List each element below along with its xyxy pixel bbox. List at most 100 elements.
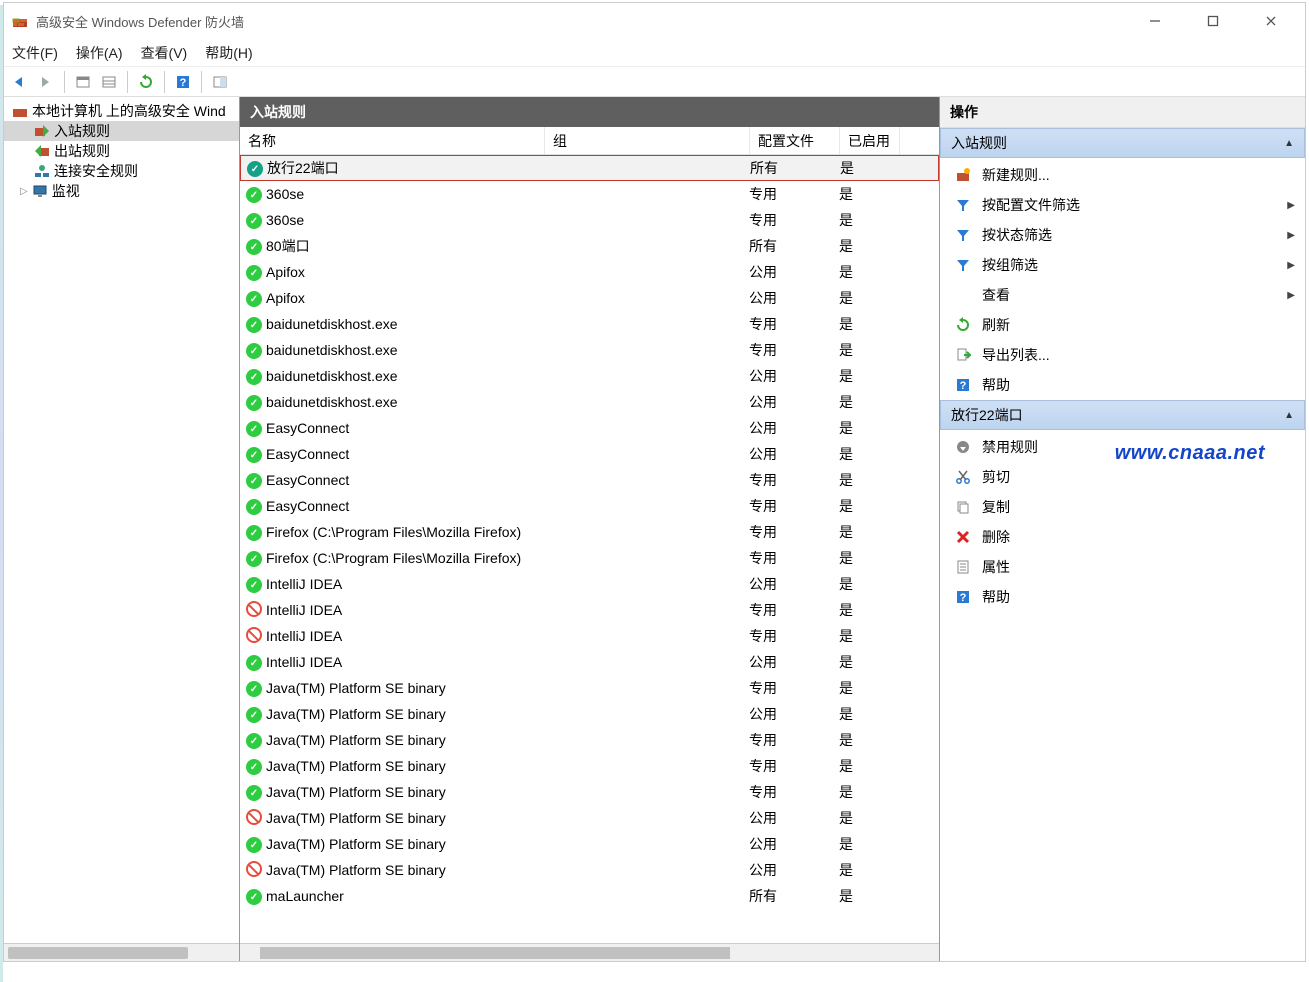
rule-row[interactable]: ✓360se专用是 xyxy=(240,207,939,233)
rule-row[interactable]: ✓Firefox (C:\Program Files\Mozilla Firef… xyxy=(240,519,939,545)
rule-enabled: 是 xyxy=(839,730,899,750)
allow-icon: ✓ xyxy=(246,785,262,801)
toolbar-btn-last[interactable] xyxy=(208,70,232,94)
rule-enabled: 是 xyxy=(839,886,899,906)
action-label: 复制 xyxy=(982,497,1010,517)
tree-h-scrollbar[interactable] xyxy=(4,943,239,961)
action-item[interactable]: 导出列表... xyxy=(940,340,1305,370)
action-item[interactable]: ?帮助 xyxy=(940,370,1305,400)
props-icon xyxy=(954,558,972,576)
menu-action[interactable]: 操作(A) xyxy=(76,43,123,63)
nav-back-button[interactable] xyxy=(8,70,32,94)
rule-profile: 专用 xyxy=(749,548,839,568)
action-item[interactable]: 按组筛选▶ xyxy=(940,250,1305,280)
rule-enabled: 是 xyxy=(839,574,899,594)
rule-profile: 专用 xyxy=(749,210,839,230)
rule-row[interactable]: ✓baidunetdiskhost.exe公用是 xyxy=(240,389,939,415)
rule-row[interactable]: ✓IntelliJ IDEA公用是 xyxy=(240,571,939,597)
menu-file[interactable]: 文件(F) xyxy=(12,43,58,63)
action-item[interactable]: 剪切 xyxy=(940,462,1305,492)
action-item[interactable]: 按状态筛选▶ xyxy=(940,220,1305,250)
action-item[interactable]: 禁用规则 xyxy=(940,432,1305,462)
rule-enabled: 是 xyxy=(839,210,899,230)
rule-row[interactable]: ✓360se专用是 xyxy=(240,181,939,207)
rule-row[interactable]: IntelliJ IDEA专用是 xyxy=(240,597,939,623)
rule-name: 80端口 xyxy=(264,236,544,256)
rule-row[interactable]: Java(TM) Platform SE binary公用是 xyxy=(240,857,939,883)
minimize-button[interactable] xyxy=(1141,11,1169,31)
help-icon: ? xyxy=(954,588,972,606)
action-item[interactable]: 查看▶ xyxy=(940,280,1305,310)
menu-help[interactable]: 帮助(H) xyxy=(205,43,252,63)
action-item[interactable]: 按配置文件筛选▶ xyxy=(940,190,1305,220)
rule-row[interactable]: ✓baidunetdiskhost.exe专用是 xyxy=(240,311,939,337)
actions-section-selected-rule[interactable]: 放行22端口▲ xyxy=(940,400,1305,430)
rule-row[interactable]: ✓Firefox (C:\Program Files\Mozilla Firef… xyxy=(240,545,939,571)
rule-row[interactable]: ✓EasyConnect公用是 xyxy=(240,415,939,441)
tree-monitor[interactable]: ▷ 监视 xyxy=(4,181,239,201)
export-icon xyxy=(954,346,972,364)
rule-row[interactable]: ✓maLauncher所有是 xyxy=(240,883,939,909)
tree-outbound-rules[interactable]: 出站规则 xyxy=(4,141,239,161)
rule-profile: 专用 xyxy=(749,678,839,698)
expand-icon[interactable]: ▷ xyxy=(20,186,28,197)
rule-row[interactable]: ✓EasyConnect公用是 xyxy=(240,441,939,467)
toolbar-btn-2[interactable] xyxy=(97,70,121,94)
toolbar-refresh-button[interactable] xyxy=(134,70,158,94)
block-icon xyxy=(246,601,262,617)
toolbar-help-button[interactable]: ? xyxy=(171,70,195,94)
actions-section-inbound[interactable]: 入站规则▲ xyxy=(940,128,1305,158)
rule-row[interactable]: ✓baidunetdiskhost.exe公用是 xyxy=(240,363,939,389)
list-h-scrollbar[interactable] xyxy=(240,943,939,961)
rule-row[interactable]: ✓Java(TM) Platform SE binary公用是 xyxy=(240,701,939,727)
rule-row[interactable]: ✓放行22端口所有是 xyxy=(240,155,939,181)
rule-row[interactable]: ✓Java(TM) Platform SE binary专用是 xyxy=(240,727,939,753)
nav-forward-button[interactable] xyxy=(34,70,58,94)
action-item[interactable]: 复制 xyxy=(940,492,1305,522)
rule-enabled: 是 xyxy=(839,236,899,256)
rule-row[interactable]: ✓Apifox公用是 xyxy=(240,259,939,285)
rule-row[interactable]: ✓Java(TM) Platform SE binary专用是 xyxy=(240,779,939,805)
rule-list[interactable]: ✓放行22端口所有是✓360se专用是✓360se专用是✓80端口所有是✓Api… xyxy=(240,155,939,943)
action-item[interactable]: ?帮助 xyxy=(940,582,1305,612)
block-icon xyxy=(246,861,262,877)
rule-profile: 所有 xyxy=(750,158,840,178)
action-label: 剪切 xyxy=(982,467,1010,487)
menu-view[interactable]: 查看(V) xyxy=(141,43,188,63)
connsec-icon xyxy=(34,163,50,179)
actions-body: 入站规则▲ 新建规则...按配置文件筛选▶按状态筛选▶按组筛选▶查看▶刷新导出列… xyxy=(940,128,1305,961)
toolbar-btn-1[interactable] xyxy=(71,70,95,94)
tree-root[interactable]: 本地计算机 上的高级安全 Wind xyxy=(4,101,239,121)
rule-name: Java(TM) Platform SE binary xyxy=(264,758,544,774)
allow-icon: ✓ xyxy=(246,187,262,203)
filter-icon xyxy=(954,256,972,274)
col-profile[interactable]: 配置文件 xyxy=(750,127,840,154)
action-item[interactable]: 删除 xyxy=(940,522,1305,552)
rule-row[interactable]: ✓Java(TM) Platform SE binary公用是 xyxy=(240,831,939,857)
maximize-button[interactable] xyxy=(1199,11,1227,31)
tree-connection-security[interactable]: 连接安全规则 xyxy=(4,161,239,181)
col-group[interactable]: 组 xyxy=(545,127,750,154)
rule-row[interactable]: ✓EasyConnect专用是 xyxy=(240,467,939,493)
rule-profile: 公用 xyxy=(749,418,839,438)
rule-name: EasyConnect xyxy=(264,420,544,436)
tree-inbound-rules[interactable]: 入站规则 xyxy=(4,121,239,141)
rule-row[interactable]: Java(TM) Platform SE binary公用是 xyxy=(240,805,939,831)
rule-row[interactable]: ✓IntelliJ IDEA公用是 xyxy=(240,649,939,675)
rule-row[interactable]: ✓Java(TM) Platform SE binary专用是 xyxy=(240,675,939,701)
close-button[interactable] xyxy=(1257,11,1285,31)
rule-enabled: 是 xyxy=(839,262,899,282)
rule-row[interactable]: ✓Apifox公用是 xyxy=(240,285,939,311)
col-name[interactable]: 名称 xyxy=(240,127,545,154)
rule-row[interactable]: ✓80端口所有是 xyxy=(240,233,939,259)
action-item[interactable]: 属性 xyxy=(940,552,1305,582)
firewall-icon xyxy=(12,103,28,119)
action-item[interactable]: 新建规则... xyxy=(940,160,1305,190)
action-item[interactable]: 刷新 xyxy=(940,310,1305,340)
rule-enabled: 是 xyxy=(840,158,900,178)
col-enabled[interactable]: 已启用 xyxy=(840,127,900,154)
rule-row[interactable]: IntelliJ IDEA专用是 xyxy=(240,623,939,649)
rule-row[interactable]: ✓EasyConnect专用是 xyxy=(240,493,939,519)
rule-row[interactable]: ✓baidunetdiskhost.exe专用是 xyxy=(240,337,939,363)
rule-row[interactable]: ✓Java(TM) Platform SE binary专用是 xyxy=(240,753,939,779)
